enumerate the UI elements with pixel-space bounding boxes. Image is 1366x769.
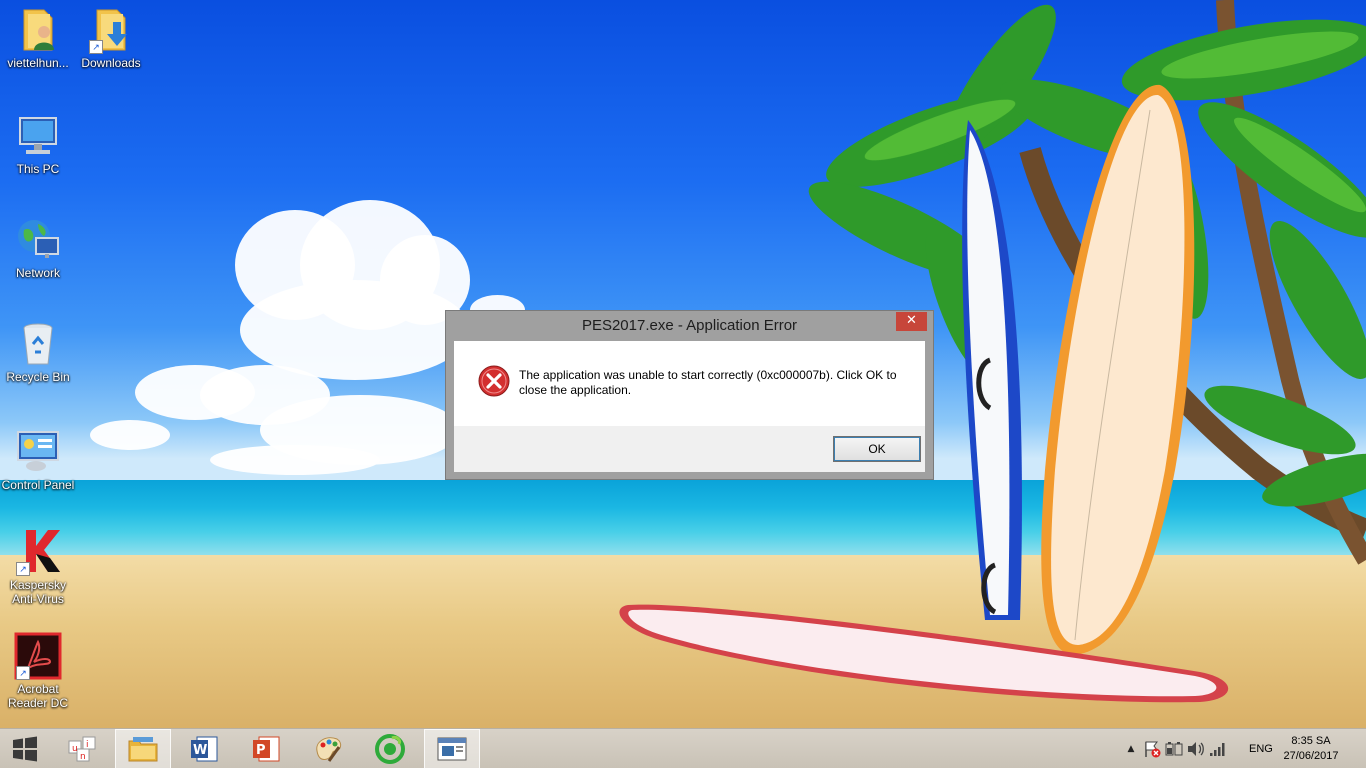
start-windows-icon <box>13 736 37 762</box>
desktop-icon-downloads[interactable]: ↗ Downloads <box>73 6 149 70</box>
user-folder-icon <box>14 6 62 54</box>
clock-date: 27/06/2017 <box>1283 750 1339 762</box>
kaspersky-icon: ↗ <box>14 528 62 576</box>
recycle-bin-icon <box>14 320 62 368</box>
taskbar-paint[interactable] <box>300 729 356 769</box>
volume-icon[interactable] <box>1186 740 1206 758</box>
app-window-icon <box>437 737 467 761</box>
start-button[interactable] <box>0 729 50 769</box>
ok-button[interactable]: OK <box>833 436 921 462</box>
application-error-dialog: PES2017.exe - Application Error ✕ The ap… <box>445 310 934 480</box>
control-panel-icon <box>14 428 62 476</box>
dialog-client-area: The application was unable to start corr… <box>454 341 925 472</box>
desktop-icon-control-panel[interactable]: Control Panel <box>0 428 76 492</box>
unikey-icon: u i n <box>68 736 96 762</box>
svg-text:u: u <box>72 744 78 754</box>
clock-time: 8:35 SA <box>1291 735 1331 747</box>
desktop-icon-acrobat-reader[interactable]: ↗ Acrobat Reader DC <box>0 632 76 710</box>
dialog-message: The application was unable to start corr… <box>519 368 897 397</box>
svg-text:P: P <box>256 743 266 758</box>
svg-text:n: n <box>80 752 86 762</box>
error-icon <box>478 365 510 397</box>
taskbar-file-explorer[interactable] <box>115 729 171 769</box>
desktop-icon-kaspersky[interactable]: ↗ Kaspersky Anti-Virus <box>0 528 76 606</box>
dialog-message-area: The application was unable to start corr… <box>454 341 925 426</box>
word-icon: W <box>191 736 218 762</box>
svg-text:i: i <box>86 740 89 750</box>
network-icon <box>14 216 62 264</box>
shortcut-arrow-icon: ↗ <box>16 562 30 576</box>
taskbar-powerpoint[interactable]: P <box>238 729 294 769</box>
dialog-button-area: OK <box>454 426 925 472</box>
paint-icon <box>316 737 342 762</box>
network-signal-icon[interactable] <box>1208 740 1228 758</box>
system-tray: ▲ <box>1124 729 1228 769</box>
desktop-icon-recycle-bin[interactable]: Recycle Bin <box>0 320 76 384</box>
computer-icon <box>14 112 62 160</box>
battery-icon[interactable] <box>1164 740 1184 758</box>
shortcut-arrow-icon: ↗ <box>89 40 103 54</box>
coccoc-browser-icon <box>375 734 405 764</box>
file-explorer-icon <box>128 737 158 762</box>
acrobat-icon: ↗ <box>14 632 62 680</box>
dialog-title: PES2017.exe - Application Error <box>581 317 798 334</box>
downloads-folder-icon: ↗ <box>87 6 135 54</box>
shortcut-arrow-icon: ↗ <box>16 666 30 680</box>
action-center-flag-icon[interactable] <box>1142 740 1162 758</box>
desktop-icon-network[interactable]: Network <box>0 216 76 280</box>
input-language-indicator[interactable]: ENG <box>1249 729 1273 769</box>
taskbar-active-window[interactable] <box>424 729 480 769</box>
show-hidden-icons-icon[interactable]: ▲ <box>1124 744 1138 754</box>
taskbar: u i n W P ▲ ENG 8:35 SA 27/06/2017 <box>0 728 1366 769</box>
taskbar-unikey[interactable]: u i n <box>55 729 111 769</box>
taskbar-coccoc[interactable] <box>362 729 418 769</box>
desktop-icon-this-pc[interactable]: This PC <box>0 112 76 176</box>
svg-text:W: W <box>193 743 207 758</box>
taskbar-clock[interactable]: 8:35 SA 27/06/2017 <box>1276 734 1346 764</box>
dialog-close-button[interactable]: ✕ <box>896 312 927 331</box>
powerpoint-icon: P <box>253 736 280 762</box>
desktop-icon-user-folder[interactable]: viettelhun... <box>0 6 76 70</box>
taskbar-word[interactable]: W <box>176 729 232 769</box>
